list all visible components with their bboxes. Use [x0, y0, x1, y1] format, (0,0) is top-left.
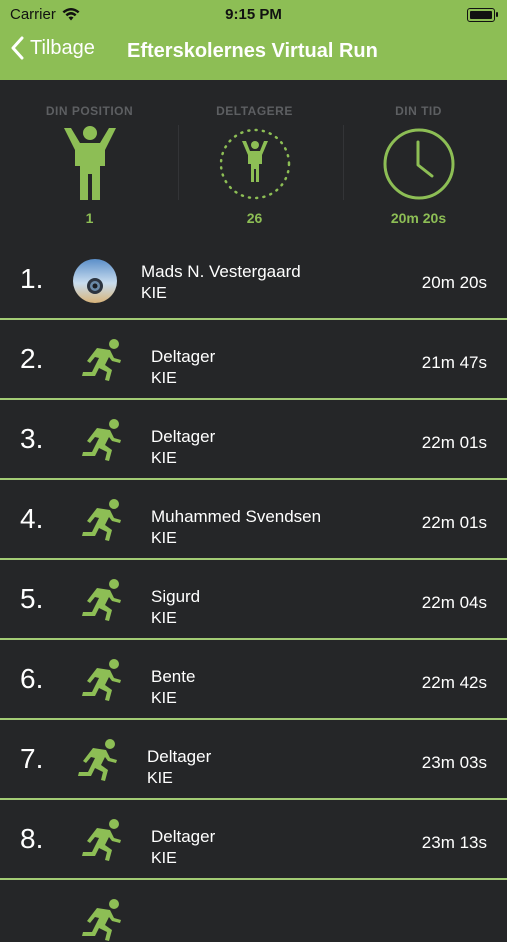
- participant-name: Deltager: [151, 347, 216, 366]
- avatar: [73, 259, 117, 303]
- participant-time: 23m 13s: [421, 833, 487, 852]
- back-button[interactable]: Tilbage: [10, 36, 95, 60]
- participant-name: Sigurd: [151, 587, 201, 606]
- participant-name: Mads N. Vestergaard: [141, 262, 301, 281]
- running-person-icon: [82, 579, 121, 621]
- participant-school: KIE: [151, 530, 177, 547]
- rank: 5.: [20, 583, 44, 614]
- running-person-icon: [82, 339, 121, 381]
- participant-name: Deltager: [151, 827, 216, 846]
- participant-time: 22m 04s: [421, 593, 487, 612]
- participant-time: 22m 01s: [421, 433, 487, 452]
- participant-time: 22m 42s: [421, 673, 487, 692]
- rank: 1.: [20, 263, 44, 294]
- leaderboard-row[interactable]: 5. Sigurd KIE 22m 04s: [0, 560, 507, 640]
- participant-name: Deltager: [151, 427, 216, 446]
- rank: 4.: [20, 503, 44, 534]
- participants-label: DELTAGERE: [216, 104, 293, 118]
- back-label: Tilbage: [30, 36, 95, 59]
- status-bar: Carrier 9:15 PM: [0, 0, 507, 28]
- rank: 2.: [20, 343, 44, 374]
- rank: 8.: [20, 823, 44, 854]
- running-person-icon: [82, 659, 121, 701]
- leaderboard-row[interactable]: 3. Deltager KIE 22m 01s: [0, 400, 507, 480]
- participant-name: Muhammed Svendsen: [151, 507, 322, 526]
- leaderboard-row[interactable]: 7. Deltager KIE 23m 03s: [0, 720, 507, 800]
- person-dotted-circle-icon: [219, 128, 290, 200]
- running-person-icon: [82, 419, 121, 461]
- participant-school: KIE: [151, 690, 177, 707]
- participant-school: KIE: [151, 450, 177, 467]
- position-label: DIN POSITION: [45, 104, 134, 118]
- participant-school: KIE: [147, 770, 173, 787]
- time-label: DIN TID: [395, 104, 442, 118]
- clock-icon: [383, 128, 454, 200]
- leaderboard-row[interactable]: [0, 880, 507, 941]
- rank: 3.: [20, 423, 44, 454]
- participant-name: Bente: [151, 667, 196, 686]
- page-title: Efterskolernes Virtual Run: [127, 40, 378, 62]
- running-person-icon: [82, 819, 121, 861]
- leaderboard-row[interactable]: 6. Bente KIE 22m 42s: [0, 640, 507, 720]
- status-time: 9:15 PM: [225, 6, 282, 23]
- participant-school: KIE: [151, 370, 177, 387]
- leaderboard-row[interactable]: 8. Deltager KIE 23m 13s: [0, 800, 507, 880]
- person-arms-up-icon: [63, 126, 116, 200]
- leaderboard-list: 1. Mads N. Vestergaard KIE 20m 20s 2. De…: [0, 240, 507, 941]
- participant-school: KIE: [151, 850, 177, 867]
- running-person-icon: [82, 499, 121, 541]
- running-person-icon: [78, 739, 117, 781]
- participant-time: 21m 47s: [421, 353, 487, 372]
- battery-icon: [467, 8, 498, 22]
- time-stat: DIN TID 20m 20s: [334, 80, 503, 240]
- leaderboard-row[interactable]: 4. Muhammed Svendsen KIE 22m 01s: [0, 480, 507, 560]
- summary-panel: DIN POSITION 1 DELTAGERE 26 DIN TID 20m …: [0, 80, 507, 240]
- nav-bar: Tilbage Efterskolernes Virtual Run: [0, 30, 507, 74]
- participants-stat: DELTAGERE 26: [170, 80, 339, 240]
- leaderboard-row[interactable]: 2. Deltager KIE 21m 47s: [0, 320, 507, 400]
- position-value: 1: [85, 210, 94, 226]
- rank: 7.: [20, 743, 44, 774]
- header: Carrier 9:15 PM Tilbage Efterskolernes V…: [0, 0, 507, 80]
- participant-time: 20m 20s: [421, 273, 487, 292]
- participant-school: KIE: [141, 285, 167, 302]
- participant-name: Deltager: [147, 747, 212, 766]
- participant-time: 23m 03s: [421, 753, 487, 772]
- leaderboard-row[interactable]: 1. Mads N. Vestergaard KIE 20m 20s: [0, 240, 507, 320]
- participant-school: KIE: [151, 610, 177, 627]
- time-value: 20m 20s: [390, 210, 447, 226]
- participant-time: 22m 01s: [421, 513, 487, 532]
- participants-value: 26: [246, 210, 263, 226]
- chevron-left-icon: [11, 36, 24, 60]
- running-person-icon: [82, 899, 121, 941]
- rank: 6.: [20, 663, 44, 694]
- position-stat: DIN POSITION 1: [5, 80, 174, 240]
